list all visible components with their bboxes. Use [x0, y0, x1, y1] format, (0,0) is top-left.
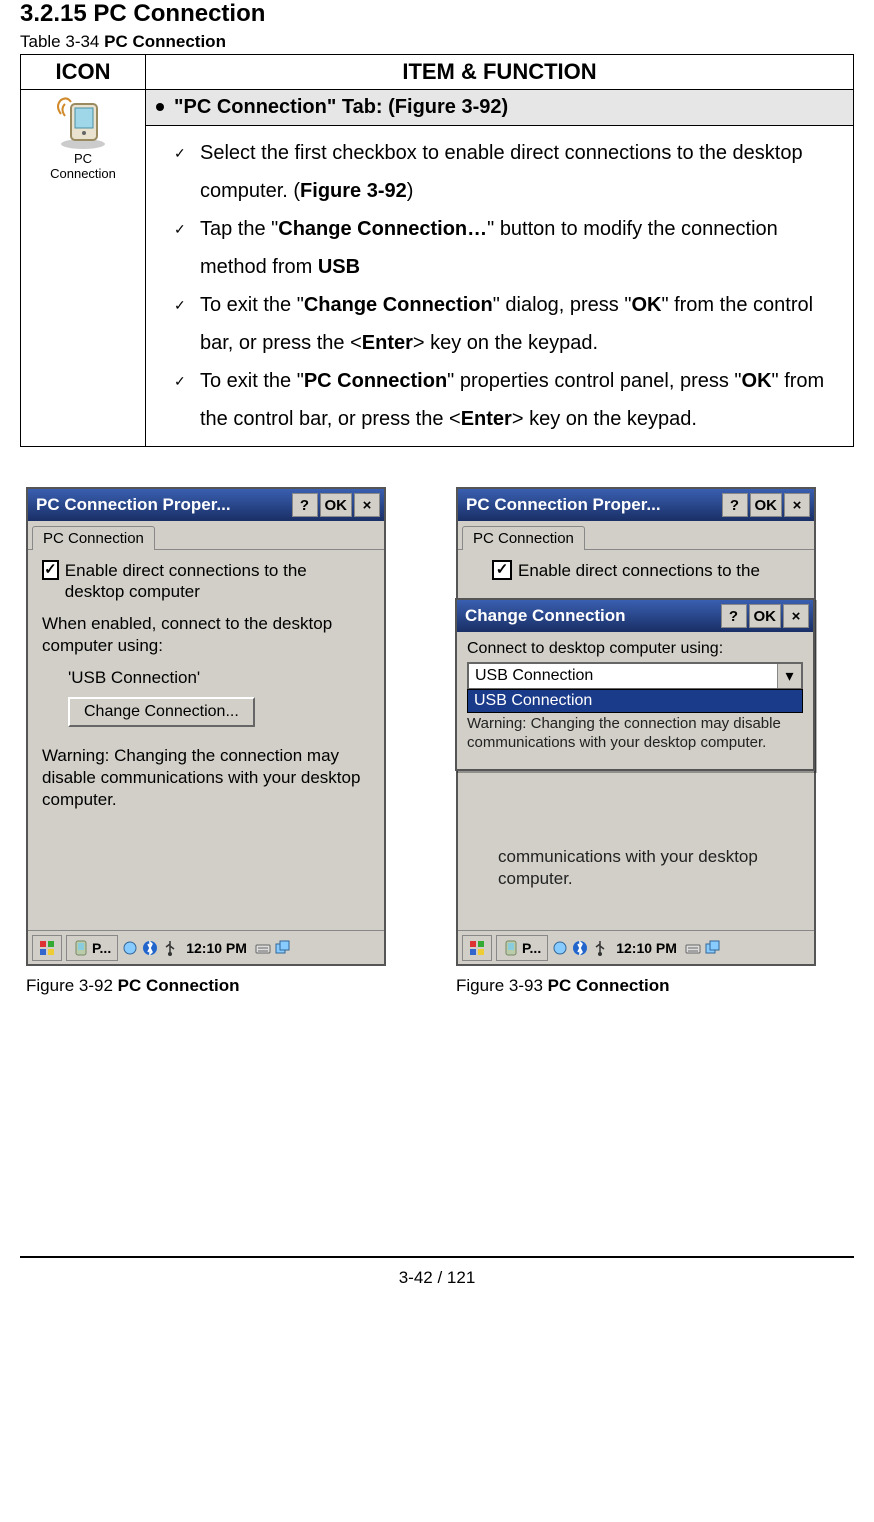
taskbar: P... 12:10 PM	[28, 930, 384, 964]
change-connection-button[interactable]: Change Connection...	[68, 697, 255, 727]
help-button[interactable]: ?	[292, 493, 318, 517]
th-item: ITEM & FUNCTION	[146, 55, 854, 90]
tab-pc-connection[interactable]: PC Connection	[462, 526, 585, 550]
cascade-icon[interactable]	[275, 940, 291, 956]
pda-icon	[73, 940, 89, 956]
checkbox-enable-direct[interactable]: Enable direct connections to the	[472, 560, 800, 581]
checkbox-icon[interactable]	[42, 560, 59, 580]
dialog-warning: Warning: Changing the connection may dis…	[467, 715, 803, 753]
panel-body: Enable direct connections to the Change …	[458, 550, 814, 930]
tabstrip: PC Connection	[28, 521, 384, 550]
start-button[interactable]	[462, 935, 492, 961]
icon-label: PC Connection	[48, 152, 118, 182]
dialog-change-connection: Change Connection ? OK × Connect to desk…	[455, 598, 815, 771]
clock: 12:10 PM	[182, 940, 251, 956]
section-number: 3.2.15	[20, 0, 87, 27]
taskbar: P... 12:10 PM	[458, 930, 814, 964]
keyboard-icon[interactable]	[685, 940, 701, 956]
dialog-body: Connect to desktop computer using: USB C…	[457, 632, 813, 769]
table-caption: Table 3-34 PC Connection	[20, 32, 854, 52]
combo-value: USB Connection	[469, 667, 777, 685]
figures-row: PC Connection Proper... ? OK × PC Connec…	[20, 487, 854, 996]
taskbar-app[interactable]: P...	[66, 935, 118, 961]
tabstrip: PC Connection	[458, 521, 814, 550]
start-button[interactable]	[32, 935, 62, 961]
th-icon: ICON	[21, 55, 146, 90]
ok-button[interactable]: OK	[750, 493, 783, 517]
main-table: ICON ITEM & FUNCTION PC Connection	[20, 54, 854, 447]
checkbox-label: Enable direct connections to the desktop…	[65, 560, 370, 603]
tab-header-text: "PC Connection" Tab: (Figure 3-92)	[174, 96, 508, 118]
tab-pc-connection[interactable]: PC Connection	[32, 526, 155, 550]
combo-option-usb[interactable]: USB Connection	[468, 690, 802, 712]
network-icon[interactable]	[122, 940, 138, 956]
chevron-down-icon[interactable]: ▾	[777, 664, 801, 688]
close-button[interactable]: ×	[784, 493, 810, 517]
tab-header-row: "PC Connection" Tab: (Figure 3-92)	[146, 90, 854, 126]
usb-icon[interactable]	[592, 940, 608, 956]
checkbox-enable-direct[interactable]: Enable direct connections to the desktop…	[42, 560, 370, 603]
pc-connection-icon: PC Connection	[48, 96, 118, 182]
clock: 12:10 PM	[612, 940, 681, 956]
check-icon: ✓	[174, 140, 186, 167]
list-item: ✓ To exit the "PC Connection" properties…	[174, 362, 845, 438]
check-icon: ✓	[174, 292, 186, 319]
list-item: ✓ Tap the "Change Connection…" button to…	[174, 210, 845, 286]
ok-button[interactable]: OK	[749, 604, 782, 628]
panel-body: Enable direct connections to the desktop…	[28, 550, 384, 930]
taskbar-app[interactable]: P...	[496, 935, 548, 961]
bluetooth-icon[interactable]	[572, 940, 588, 956]
figure-a: PC Connection Proper... ? OK × PC Connec…	[26, 487, 396, 996]
page-footer: 3-42 / 121	[20, 1256, 854, 1288]
connection-combo[interactable]: USB Connection ▾	[467, 662, 803, 690]
bluetooth-icon[interactable]	[142, 940, 158, 956]
combo-dropdown[interactable]: USB Connection	[467, 689, 803, 713]
windows-flag-icon	[469, 940, 485, 956]
check-icon: ✓	[174, 216, 186, 243]
figure-b-caption: Figure 3-93 PC Connection	[456, 976, 826, 996]
checkbox-icon[interactable]	[492, 560, 512, 580]
section-title: 3.2.15 PC Connection	[20, 0, 854, 28]
window-title: PC Connection Proper...	[32, 495, 290, 515]
windows-flag-icon	[39, 940, 55, 956]
ok-button[interactable]: OK	[320, 493, 353, 517]
bullet-icon	[156, 103, 164, 111]
pda-icon	[503, 940, 519, 956]
close-button[interactable]: ×	[783, 604, 809, 628]
titlebar: PC Connection Proper... ? OK ×	[28, 489, 384, 521]
dialog-title: Change Connection	[461, 606, 719, 626]
background-warning-text: communications with your desktop compute…	[498, 844, 800, 890]
when-enabled-text: When enabled, connect to the desktop com…	[42, 613, 370, 657]
usb-icon[interactable]	[162, 940, 178, 956]
help-button[interactable]: ?	[722, 493, 748, 517]
dialog-titlebar: Change Connection ? OK ×	[457, 600, 813, 632]
check-icon: ✓	[174, 368, 186, 395]
section-name: PC Connection	[93, 0, 265, 27]
warning-text: Warning: Changing the connection may dis…	[42, 745, 370, 811]
icon-cell: PC Connection	[21, 90, 146, 447]
titlebar: PC Connection Proper... ? OK ×	[458, 489, 814, 521]
close-button[interactable]: ×	[354, 493, 380, 517]
window-pc-connection-properties: PC Connection Proper... ? OK × PC Connec…	[26, 487, 386, 966]
body-cell: ✓ Select the first checkbox to enable di…	[146, 126, 854, 447]
figure-a-caption: Figure 3-92 PC Connection	[26, 976, 396, 996]
keyboard-icon[interactable]	[255, 940, 271, 956]
list-item: ✓ To exit the "Change Connection" dialog…	[174, 286, 845, 362]
figure-b: PC Connection Proper... ? OK × PC Connec…	[456, 487, 826, 996]
network-icon[interactable]	[552, 940, 568, 956]
help-button[interactable]: ?	[721, 604, 747, 628]
window-pc-connection-properties-b: PC Connection Proper... ? OK × PC Connec…	[456, 487, 816, 966]
checkbox-label: Enable direct connections to the	[518, 560, 760, 581]
list-item: ✓ Select the first checkbox to enable di…	[174, 134, 845, 210]
cascade-icon[interactable]	[705, 940, 721, 956]
connection-name: 'USB Connection'	[42, 667, 370, 689]
dialog-label: Connect to desktop computer using:	[467, 640, 803, 658]
window-title: PC Connection Proper...	[462, 495, 720, 515]
